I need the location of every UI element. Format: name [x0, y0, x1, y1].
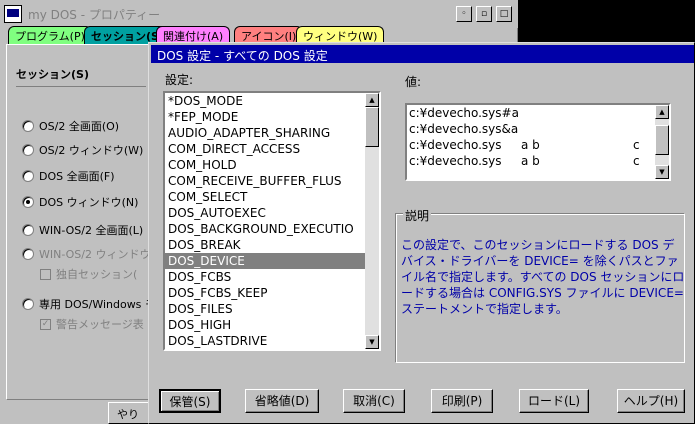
window-menu-icon[interactable] — [4, 5, 22, 23]
value-scrollbar[interactable]: ▲ ▼ — [655, 105, 669, 179]
dos-settings-dialog: DOS 設定 - すべての DOS 設定 設定: 値: *DOS_MODE *FE… — [148, 42, 695, 424]
radio-label: WIN-OS/2 ウィンドウ — [39, 248, 151, 261]
value-token: a b — [521, 154, 540, 168]
session-radio-2[interactable]: DOS 全画面(F) — [22, 168, 115, 184]
scroll-thumb[interactable] — [365, 107, 379, 147]
value-scroll-thumb[interactable] — [655, 125, 669, 155]
load-button[interactable]: ロード(L) — [519, 389, 589, 413]
radio-icon[interactable] — [22, 298, 34, 310]
radio-label: OS/2 全画面(O) — [39, 120, 120, 133]
radio-icon[interactable] — [22, 196, 34, 208]
checkbox-label: 警告メッセージ表 — [56, 318, 144, 331]
help-button[interactable]: ヘルプ(H) — [617, 389, 685, 413]
value-scroll-up-icon[interactable]: ▲ — [655, 105, 669, 119]
session-check-0: 独自セッション( — [40, 266, 137, 282]
value-line: c:¥devecho.sys a b c — [407, 137, 669, 153]
session-group-label: セッション(S) — [16, 68, 89, 81]
settings-list-item[interactable]: *FEP_MODE — [165, 109, 379, 125]
value-token: c:¥devecho.sys&a — [409, 122, 519, 136]
value-scroll-down-icon[interactable]: ▼ — [655, 165, 669, 179]
cancel-button[interactable]: 取消(C) — [343, 389, 405, 413]
hide-icon[interactable]: ◦ — [456, 6, 472, 22]
scroll-down-icon[interactable]: ▼ — [365, 335, 379, 349]
radio-icon[interactable] — [22, 170, 34, 182]
settings-list-item[interactable]: DOS_HIGH — [165, 317, 379, 333]
radio-icon[interactable] — [22, 248, 34, 260]
value-line: c:¥devecho.sys a b c — [407, 153, 669, 169]
value-token: c:¥devecho.sys — [409, 138, 502, 152]
radio-icon[interactable] — [22, 120, 34, 132]
settings-list-item[interactable]: AUDIO_ADAPTER_SHARING — [165, 125, 379, 141]
value-line: c:¥devecho.sys#a — [407, 105, 669, 121]
checkbox-icon — [40, 268, 51, 280]
settings-scrollbar[interactable]: ▲ ▼ — [365, 93, 379, 349]
maximize-icon[interactable]: □ — [496, 6, 512, 22]
session-radio-5: WIN-OS/2 ウィンドウ — [22, 246, 150, 262]
settings-list-item[interactable]: DOS_AUTOEXEC — [165, 205, 379, 221]
settings-list-item[interactable]: COM_HOLD — [165, 157, 379, 173]
session-radio-1[interactable]: OS/2 ウィンドウ(W) — [22, 142, 143, 158]
settings-list-item[interactable]: COM_RECEIVE_BUFFER_FLUS — [165, 173, 379, 189]
restore-icon[interactable]: ▫ — [476, 6, 492, 22]
radio-label: DOS 全画面(F) — [39, 170, 115, 183]
settings-list-item[interactable]: COM_SELECT — [165, 189, 379, 205]
screen: my DOS - プロパティー ◦ ▫ □ プログラム(P) セッション(S) … — [0, 0, 695, 424]
settings-label: 設定: — [165, 73, 194, 87]
value-token: c:¥devecho.sys — [409, 154, 502, 168]
radio-label: WIN-OS/2 全画面(L) — [39, 224, 144, 237]
settings-list-item[interactable]: *DOS_MODE — [165, 93, 379, 109]
default-button[interactable]: 省略値(D) — [245, 389, 319, 413]
save-button[interactable]: 保管(S) — [159, 389, 221, 413]
desktop-background — [518, 0, 695, 46]
session-radio-0[interactable]: OS/2 全画面(O) — [22, 118, 119, 134]
description-text: この設定で、このセッションにロードする DOS デバイス・ドライバーを DEVI… — [401, 238, 685, 316]
value-line: c:¥devecho.sys&a — [407, 121, 669, 137]
radio-icon[interactable] — [22, 144, 34, 156]
radio-icon[interactable] — [22, 224, 34, 236]
radio-label: OS/2 ウィンドウ(W) — [39, 144, 144, 157]
settings-list-item[interactable]: DOS_BACKGROUND_EXECUTIO — [165, 221, 379, 237]
value-token: a b — [521, 138, 540, 152]
dialog-title[interactable]: DOS 設定 - すべての DOS 設定 — [151, 45, 694, 63]
settings-listbox[interactable]: *DOS_MODE *FEP_MODE AUDIO_ADAPTER_SHARING C… — [163, 91, 381, 351]
value-textarea[interactable]: c:¥devecho.sys#a c:¥devecho.sys&a c:¥devec… — [405, 103, 671, 181]
session-radio-3[interactable]: DOS ウィンドウ(N) — [22, 194, 138, 210]
tab-program[interactable]: プログラム(P) — [8, 26, 92, 44]
settings-list-item[interactable]: DOS_BREAK — [165, 237, 379, 253]
radio-label: DOS ウィンドウ(N) — [39, 196, 139, 209]
settings-list-item[interactable]: DOS_DEVICE — [165, 253, 379, 269]
group-divider — [16, 86, 146, 87]
value-label: 値: — [405, 75, 422, 89]
session-radio-4[interactable]: WIN-OS/2 全画面(L) — [22, 222, 143, 238]
checkbox-label: 独自セッション( — [56, 268, 138, 281]
settings-list-item[interactable]: DOS_FILES — [165, 301, 379, 317]
settings-list-item[interactable]: DOS_LASTDRIVE — [165, 333, 379, 349]
window-title: my DOS - プロパティー — [28, 8, 161, 22]
settings-list-item[interactable]: COM_DIRECT_ACCESS — [165, 141, 379, 157]
value-token: c — [633, 138, 640, 152]
session-radio-6[interactable]: 専用 DOS/Windows モー — [22, 296, 167, 312]
checkbox-icon: ✓ — [40, 318, 51, 330]
session-check-1: ✓ 警告メッセージ表 — [40, 316, 144, 332]
settings-list-item[interactable]: DOS_FCBS_KEEP — [165, 285, 379, 301]
value-token: c:¥devecho.sys#a — [409, 106, 519, 120]
scroll-up-icon[interactable]: ▲ — [365, 93, 379, 107]
value-token: c — [633, 154, 640, 168]
settings-list-item[interactable]: DOS_FCBS — [165, 269, 379, 285]
properties-title-bar[interactable]: my DOS - プロパティー ◦ ▫ □ — [0, 0, 518, 28]
print-button[interactable]: 印刷(P) — [431, 389, 493, 413]
description-label: 説明 — [403, 207, 432, 224]
